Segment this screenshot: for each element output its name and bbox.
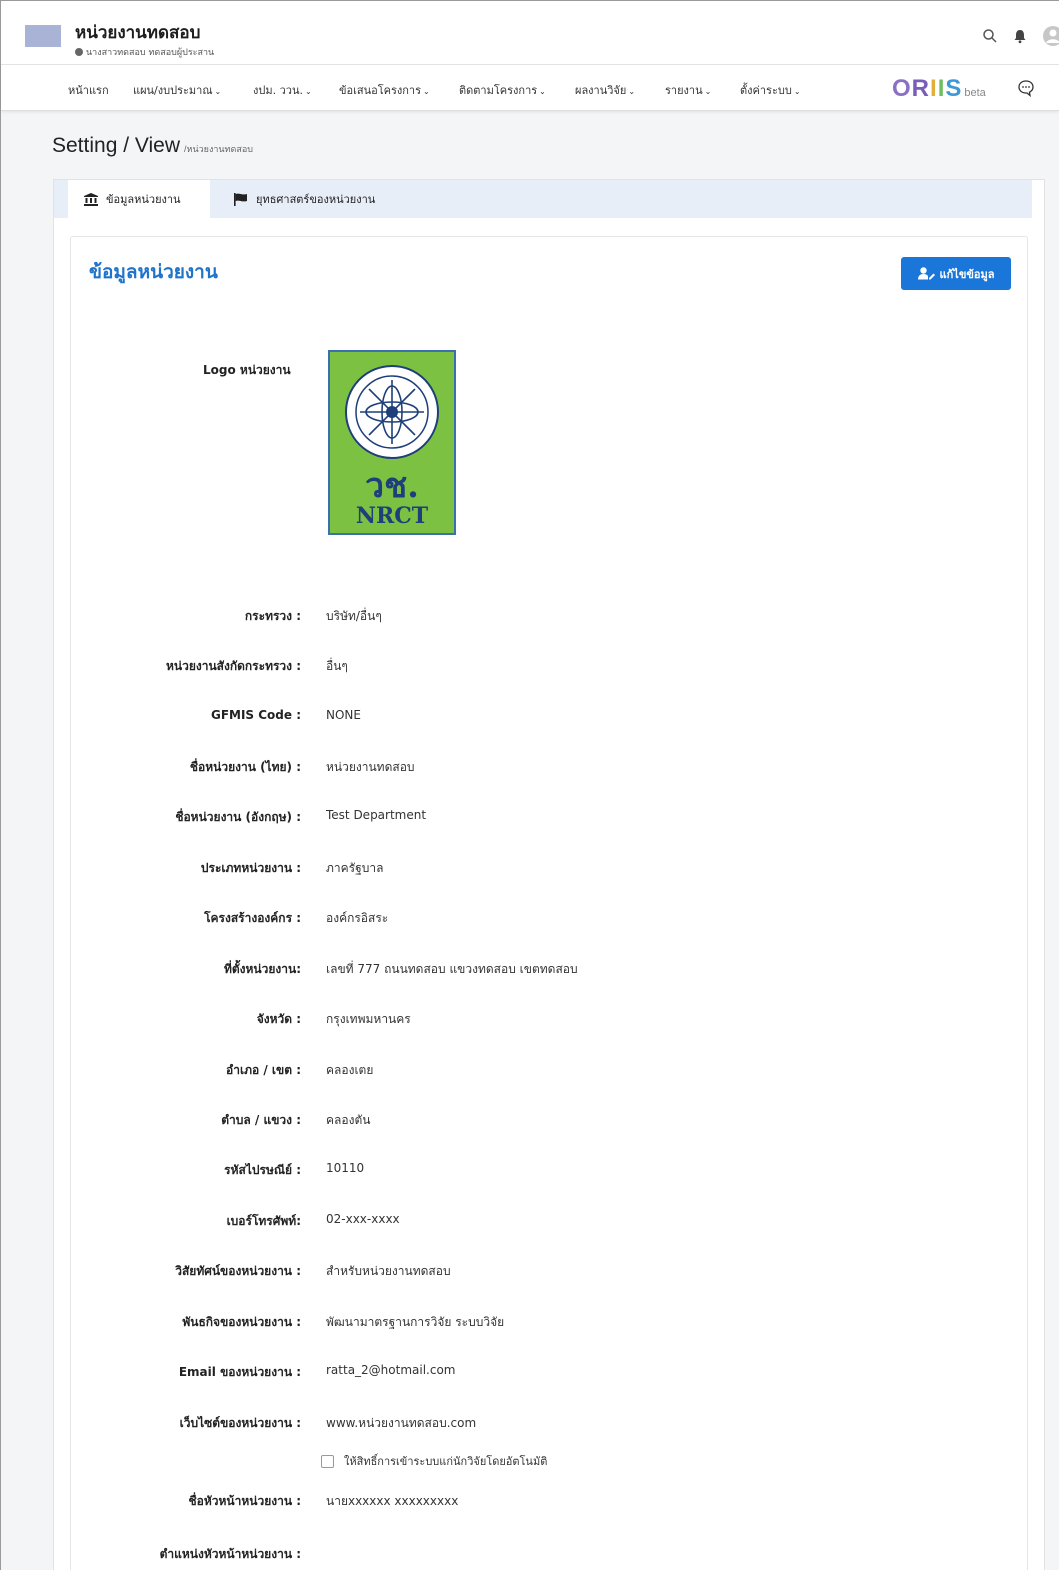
nav-home[interactable]: หน้าแรก xyxy=(68,81,109,99)
org-title: หน่วยงานทดสอบ xyxy=(75,23,201,43)
chevron-down-icon: ⌄ xyxy=(423,87,430,96)
auto-access-label: ให้สิทธิ์การเข้าระบบแก่นักวิจัยโดยอัตโนม… xyxy=(344,1455,548,1468)
tab-bar: ข้อมูลหน่วยงาน ยุทธศาสตร์ของหน่วยงาน xyxy=(54,180,1032,218)
org-user-name: นางสาวทดสอบ ทดสอบผู้ประสาน xyxy=(86,48,215,58)
field-subdistrict-value: คลองตัน xyxy=(326,1113,371,1127)
tab-org-info[interactable]: ข้อมูลหน่วยงาน xyxy=(68,180,210,218)
tab-org-strategy-label: ยุทธศาสตร์ของหน่วยงาน xyxy=(256,193,376,206)
field-vision-label: วิสัยทัศน์ของหน่วยงาน : xyxy=(175,1264,301,1278)
org-logo-image: วช. NRCT xyxy=(328,350,456,535)
chevron-down-icon: ⌄ xyxy=(793,87,801,96)
field-ministry-value: บริษัท/อื่นๆ xyxy=(326,609,382,623)
nav-settings[interactable]: ตั้งค่าระบบ ⌄ xyxy=(740,81,801,99)
nav-report[interactable]: รายงาน ⌄ xyxy=(665,81,711,99)
chevron-down-icon: ⌄ xyxy=(628,87,636,96)
field-gfmis-value: NONE xyxy=(326,708,361,722)
logo-text-thai: วช. xyxy=(365,466,419,506)
nav-research-output-label: ผลงานวิจัย xyxy=(575,84,627,97)
nav-budget-wwn[interactable]: งปม. ววน. ⌄ xyxy=(253,81,312,99)
chevron-down-icon: ⌄ xyxy=(704,87,712,96)
chevron-down-icon: ⌄ xyxy=(539,87,546,96)
org-logo[interactable] xyxy=(25,25,61,47)
edit-button-label: แก้ไขข้อมูล xyxy=(939,267,995,281)
field-ministry-label: กระทรวง : xyxy=(244,609,301,623)
field-org-type-label: ประเภทหน่วยงาน : xyxy=(200,861,301,875)
field-org-type-value: ภาครัฐบาล xyxy=(326,861,384,875)
org-user: นางสาวทดสอบ ทดสอบผู้ประสาน xyxy=(75,45,214,59)
section-title: ข้อมูลหน่วยงาน xyxy=(89,261,218,283)
field-org-structure-label: โครงสร้างองค์กร : xyxy=(204,911,301,925)
field-district-value: คลองเตย xyxy=(326,1063,374,1077)
nav-plan-budget-label: แผน/งบประมาณ xyxy=(133,84,213,97)
field-name-th-label: ชื่อหน่วยงาน (ไทย) : xyxy=(189,760,301,774)
field-province-value: กรุงเทพมหานคร xyxy=(326,1012,411,1026)
auto-access-checkbox[interactable] xyxy=(321,1454,334,1468)
page-title-text: Setting / View xyxy=(52,134,181,157)
field-website-value: www.หน่วยงานทดสอบ.com xyxy=(326,1416,477,1430)
field-province-label: จังหวัด : xyxy=(256,1012,301,1026)
field-subdistrict-label: ตำบล / แขวง : xyxy=(221,1113,301,1127)
user-icon xyxy=(75,48,83,56)
bank-icon xyxy=(84,192,98,206)
brand-beta: beta xyxy=(964,87,986,99)
top-bar: หน่วยงานทดสอบ นางสาวทดสอบ ทดสอบผู้ประสาน xyxy=(1,1,1059,65)
nav-research-output[interactable]: ผลงานวิจัย ⌄ xyxy=(575,81,635,99)
field-head-name-label: ชื่อหัวหน้าหน่วยงาน : xyxy=(188,1494,301,1508)
header-icons xyxy=(982,25,1059,47)
nav-tracking[interactable]: ติดตามโครงการ ⌄ xyxy=(459,81,546,99)
field-district-label: อำเภอ / เขต : xyxy=(226,1063,301,1077)
field-name-en-value: Test Department xyxy=(326,808,427,822)
field-name-en-label: ชื่อหน่วยงาน (อังกฤษ) : xyxy=(175,810,301,824)
field-gfmis-label: GFMIS Code : xyxy=(210,708,301,722)
breadcrumb[interactable]: /หน่วยงานทดสอบ xyxy=(184,144,253,154)
oriis-brand[interactable]: ORIIS beta xyxy=(892,75,986,103)
field-head-position-label: ตำแหน่งหัวหน้าหน่วยงาน : xyxy=(159,1547,301,1561)
field-vision-value: สำหรับหน่วยงานทดสอบ xyxy=(326,1264,451,1278)
field-mission-label: พันธกิจของหน่วยงาน : xyxy=(182,1315,301,1329)
field-postcode-value: 10110 xyxy=(326,1161,365,1175)
nav-budget-wwn-label: งปม. ววน. xyxy=(253,84,303,97)
nav-home-label: หน้าแรก xyxy=(68,84,109,97)
bell-icon[interactable] xyxy=(1012,28,1028,44)
field-name-th-value: หน่วยงานทดสอบ xyxy=(326,760,415,774)
field-sub-ministry-value: อื่นๆ xyxy=(326,659,348,673)
field-email-value: ratta_2@hotmail.com xyxy=(326,1363,456,1377)
flag-icon xyxy=(234,192,247,206)
field-mission-value: พัฒนามาตรฐานการวิจัย ระบบวิจัย xyxy=(326,1315,505,1329)
field-website-label: เว็บไซต์ของหน่วยงาน : xyxy=(179,1416,301,1430)
field-sub-ministry-label: หน่วยงานสังกัดกระทรวง : xyxy=(165,659,301,673)
chevron-down-icon: ⌄ xyxy=(304,87,312,96)
chevron-down-icon: ⌄ xyxy=(214,87,222,96)
user-edit-icon xyxy=(917,267,935,280)
field-phone-label: เบอร์โทรศัพท์: xyxy=(226,1214,301,1228)
field-postcode-label: รหัสไปรษณีย์ : xyxy=(224,1163,301,1177)
org-card: ข้อมูลหน่วยงาน ยุทธศาสตร์ของหน่วยงาน ข้อ… xyxy=(53,179,1045,1570)
field-org-structure-value: องค์กรอิสระ xyxy=(326,911,389,925)
nav-settings-label: ตั้งค่าระบบ xyxy=(740,84,792,97)
nav-report-label: รายงาน xyxy=(665,84,703,97)
search-icon[interactable] xyxy=(982,28,998,44)
nav-proposal[interactable]: ข้อเสนอโครงการ ⌄ xyxy=(339,81,430,99)
field-email-label: Email ของหน่วยงาน : xyxy=(178,1365,301,1379)
logo-label: Logo หน่วยงาน xyxy=(203,363,291,377)
field-address-value: เลขที่ 777 ถนนทดสอบ แขวงทดสอบ เขตทดสอบ xyxy=(326,962,578,976)
nav-plan-budget[interactable]: แผน/งบประมาณ ⌄ xyxy=(133,81,221,99)
edit-button[interactable]: แก้ไขข้อมูล xyxy=(901,257,1011,290)
field-address-label: ที่ตั้งหน่วยงาน: xyxy=(223,962,301,976)
nav-tracking-label: ติดตามโครงการ xyxy=(459,84,538,97)
chat-icon[interactable] xyxy=(1017,79,1035,101)
logo-text-en: NRCT xyxy=(356,503,429,529)
page-title: Setting / View/หน่วยงานทดสอบ xyxy=(52,134,253,158)
field-head-name-value: นายxxxxxx xxxxxxxxx xyxy=(326,1494,459,1508)
nav-proposal-label: ข้อเสนอโครงการ xyxy=(339,84,422,97)
auto-access-row: ให้สิทธิ์การเข้าระบบแก่นักวิจัยโดยอัตโนม… xyxy=(321,1452,547,1470)
tab-org-info-label: ข้อมูลหน่วยงาน xyxy=(106,193,181,206)
org-info-panel: ข้อมูลหน่วยงาน แก้ไขข้อมูล Logo หน่วยงาน xyxy=(70,236,1028,1570)
field-phone-value: 02-xxx-xxxx xyxy=(326,1212,400,1226)
tab-org-strategy[interactable]: ยุทธศาสตร์ของหน่วยงาน xyxy=(218,180,391,218)
avatar-icon[interactable] xyxy=(1042,25,1059,47)
